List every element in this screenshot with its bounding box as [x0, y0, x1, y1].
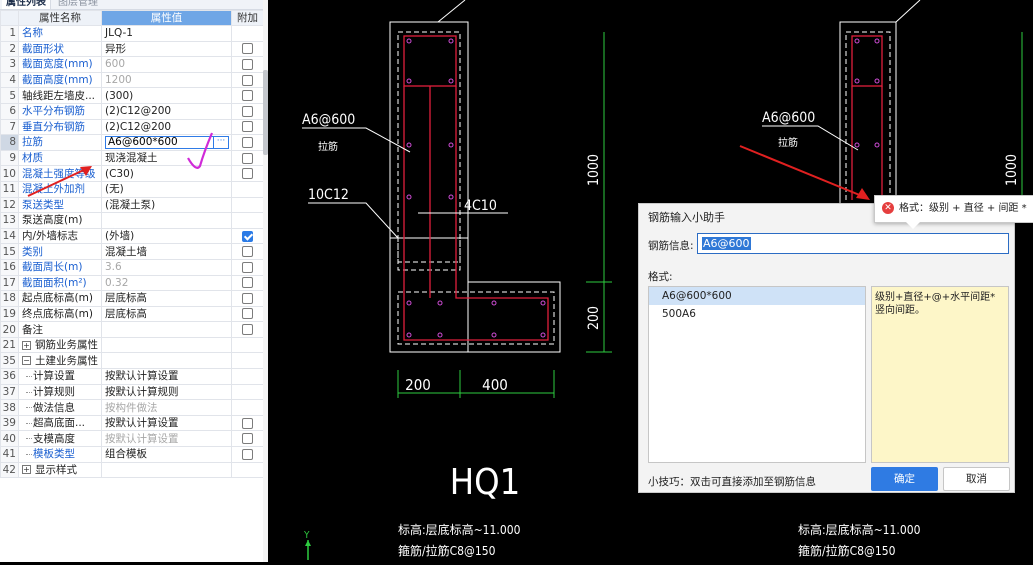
- ok-button[interactable]: 确定: [871, 467, 938, 491]
- rebar-info-label: 钢筋信息:: [648, 240, 694, 252]
- format-label: 格式:: [648, 271, 673, 283]
- format-list: A6@600*600 500A6: [648, 286, 866, 463]
- wall-section-left: 1000 200 200 400 A6@600 拉筋 10C12 4C10 HQ…: [302, 0, 612, 558]
- dim-1000-left: 1000: [586, 154, 602, 186]
- format-item[interactable]: A6@600*600: [649, 287, 865, 305]
- format-description: 级别+直径+@+水平间距*竖向间距。: [871, 286, 1009, 463]
- label-hq1: HQ1: [450, 462, 520, 503]
- label-4c10: 4C10: [464, 198, 497, 214]
- dim-1000-right: 1000: [1004, 154, 1020, 186]
- red-arrow-shaft: [27, 167, 89, 197]
- red-arrow-cad-shaft: [739, 145, 863, 197]
- annotation-overlay: [27, 132, 214, 197]
- tooltip-text: 格式：级别 + 直径 + 间距 *: [899, 203, 1027, 214]
- rebar-info-input[interactable]: A6@600: [697, 233, 1009, 254]
- label-elevation-right: 标高:层底标高~11.000: [798, 522, 921, 537]
- svg-text:Y: Y: [303, 530, 310, 541]
- dim-200-left: 200: [586, 306, 602, 330]
- magenta-checkmark: [187, 132, 214, 169]
- label-lajin-right: 拉筋: [778, 136, 798, 149]
- label-lajin-left: 拉筋: [318, 140, 338, 153]
- label-elevation-left: 标高:层底标高~11.000: [398, 522, 521, 537]
- tip-text: 小技巧：双击可直接添加至钢筋信息: [648, 476, 816, 488]
- format-error-tooltip: ✕ 格式：级别 + 直径 + 间距 *: [874, 195, 1033, 223]
- label-a6-right: A6@600: [762, 110, 815, 126]
- dim-w200-left: 200: [405, 376, 431, 394]
- format-item[interactable]: 500A6: [649, 305, 865, 323]
- label-stirrup-right: 箍筋/拉筋C8@150: [798, 543, 896, 558]
- tooltip-tail: [906, 222, 920, 229]
- rebar-input-helper-dialog: 钢筋输入小助手 钢筋信息: A6@600 格式: A6@600*600 500A…: [638, 203, 1015, 493]
- dialog-title: 钢筋输入小助手: [648, 211, 725, 224]
- label-a6-left: A6@600: [302, 112, 355, 128]
- dim-w400-left: 400: [482, 376, 508, 394]
- label-10c12: 10C12: [308, 187, 349, 203]
- rebar-info-value: A6@600: [702, 237, 751, 250]
- ucs-axis-icon: Y: [303, 530, 311, 560]
- error-icon: ✕: [882, 202, 894, 214]
- label-stirrup-left: 箍筋/拉筋C8@150: [398, 543, 496, 558]
- cancel-button[interactable]: 取消: [943, 467, 1010, 491]
